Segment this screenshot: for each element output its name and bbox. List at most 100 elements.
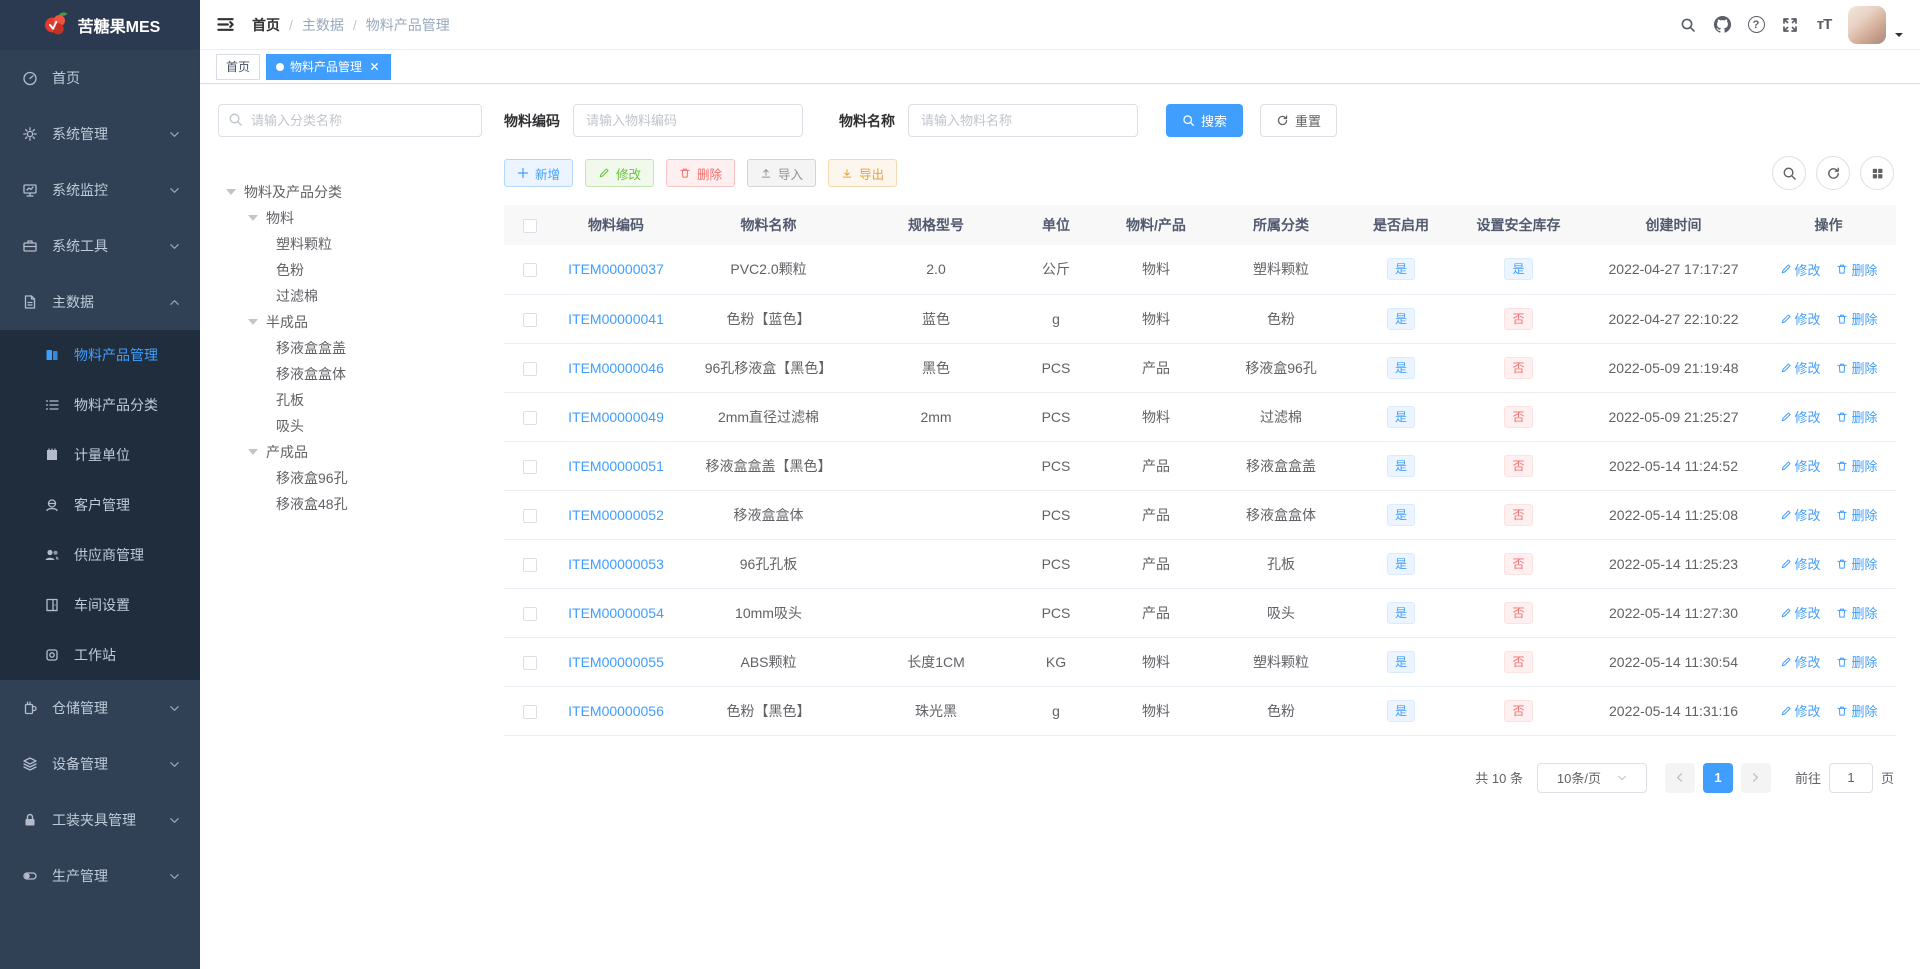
breadcrumb-master-data[interactable]: 主数据 (302, 15, 344, 35)
sidebar-item-workshop-settings[interactable]: 车间设置 (0, 580, 200, 630)
row-edit-link[interactable]: 修改 (1780, 358, 1821, 377)
item-code-link[interactable]: ITEM00000041 (568, 311, 664, 327)
row-delete-link[interactable]: 删除 (1836, 260, 1877, 279)
edit-button[interactable]: 修改 (585, 159, 655, 187)
tree-node-leaf[interactable]: 吸头 (218, 413, 482, 439)
row-edit-link[interactable]: 修改 (1780, 603, 1821, 622)
item-code-link[interactable]: ITEM00000046 (568, 360, 664, 376)
tree-node-leaf[interactable]: 孔板 (218, 387, 482, 413)
row-edit-link[interactable]: 修改 (1780, 652, 1821, 671)
delete-button[interactable]: 删除 (666, 159, 736, 187)
import-button[interactable]: 导入 (747, 159, 817, 187)
page-size-select[interactable]: 10条/页 (1536, 762, 1647, 793)
row-checkbox[interactable] (523, 361, 537, 376)
item-code-link[interactable]: ITEM00000053 (568, 556, 664, 572)
caret-down-icon[interactable] (1894, 30, 1904, 40)
caret-down-icon[interactable] (248, 319, 258, 325)
sidebar-item-workstation[interactable]: 工作站 (0, 630, 200, 680)
name-filter-input[interactable] (908, 104, 1138, 137)
row-checkbox[interactable] (523, 655, 537, 670)
row-checkbox[interactable] (523, 704, 537, 719)
sidebar-item-equipment-mgmt[interactable]: 设备管理 (0, 736, 200, 792)
breadcrumb-home[interactable]: 首页 (252, 15, 280, 35)
select-all-checkbox[interactable] (523, 219, 537, 234)
item-code-link[interactable]: ITEM00000056 (568, 703, 664, 719)
row-delete-link[interactable]: 删除 (1836, 407, 1877, 426)
export-button[interactable]: 导出 (828, 159, 898, 187)
tab-home[interactable]: 首页 (216, 53, 261, 80)
search-button[interactable]: 搜索 (1166, 104, 1244, 137)
sidebar-item-system-tools[interactable]: 系统工具 (0, 218, 200, 274)
row-delete-link[interactable]: 删除 (1836, 358, 1877, 377)
font-size-icon[interactable] (1814, 15, 1834, 35)
category-search-input[interactable] (218, 104, 482, 137)
row-edit-link[interactable]: 修改 (1780, 456, 1821, 475)
sidebar-item-production-mgmt[interactable]: 生产管理 (0, 848, 200, 904)
next-page-button[interactable] (1740, 762, 1771, 793)
tree-node-leaf[interactable]: 过滤棉 (218, 283, 482, 309)
sidebar-item-system-monitor[interactable]: 系统监控 (0, 162, 200, 218)
hamburger-icon[interactable] (216, 15, 236, 35)
item-code-link[interactable]: ITEM00000049 (568, 409, 664, 425)
caret-down-icon[interactable] (248, 449, 258, 455)
sidebar-item-home[interactable]: 首页 (0, 50, 200, 106)
tree-node-leaf[interactable]: 塑料颗粒 (218, 231, 482, 257)
sidebar-item-material-product-category[interactable]: 物料产品分类 (0, 380, 200, 430)
item-code-link[interactable]: ITEM00000037 (568, 261, 664, 277)
row-delete-link[interactable]: 删除 (1836, 554, 1877, 573)
code-filter-input[interactable] (573, 104, 803, 137)
item-code-link[interactable]: ITEM00000054 (568, 605, 664, 621)
row-checkbox[interactable] (523, 263, 537, 278)
item-code-link[interactable]: ITEM00000051 (568, 458, 664, 474)
row-delete-link[interactable]: 删除 (1836, 505, 1877, 524)
tree-node-group[interactable]: 产成品 (218, 439, 482, 465)
sidebar-item-warehouse-mgmt[interactable]: 仓储管理 (0, 680, 200, 736)
add-button[interactable]: 新增 (504, 159, 574, 187)
row-edit-link[interactable]: 修改 (1780, 309, 1821, 328)
github-icon[interactable] (1712, 15, 1732, 35)
tree-node-group[interactable]: 半成品 (218, 309, 482, 335)
row-edit-link[interactable]: 修改 (1780, 701, 1821, 720)
row-edit-link[interactable]: 修改 (1780, 505, 1821, 524)
refresh-icon[interactable] (1816, 156, 1850, 190)
tree-node-leaf[interactable]: 色粉 (218, 257, 482, 283)
sidebar-item-fixture-mgmt[interactable]: 工装夹具管理 (0, 792, 200, 848)
row-edit-link[interactable]: 修改 (1780, 407, 1821, 426)
sidebar-item-material-product-mgmt[interactable]: 物料产品管理 (0, 330, 200, 380)
search-icon[interactable] (1678, 15, 1698, 35)
page-number-1[interactable]: 1 (1702, 762, 1733, 793)
sidebar-item-master-data[interactable]: 主数据 (0, 274, 200, 330)
row-delete-link[interactable]: 删除 (1836, 456, 1877, 475)
row-edit-link[interactable]: 修改 (1780, 260, 1821, 279)
caret-down-icon[interactable] (248, 215, 258, 221)
help-icon[interactable] (1746, 15, 1766, 35)
fullscreen-icon[interactable] (1780, 15, 1800, 35)
goto-page-input[interactable] (1828, 762, 1873, 793)
row-checkbox[interactable] (523, 508, 537, 523)
item-code-link[interactable]: ITEM00000055 (568, 654, 664, 670)
row-checkbox[interactable] (523, 459, 537, 474)
row-delete-link[interactable]: 删除 (1836, 701, 1877, 720)
avatar[interactable] (1848, 5, 1886, 44)
sidebar-item-system-admin[interactable]: 系统管理 (0, 106, 200, 162)
sidebar-item-customer-mgmt[interactable]: 客户管理 (0, 480, 200, 530)
tab-material-product-mgmt[interactable]: 物料产品管理 (266, 53, 392, 80)
tree-node-leaf[interactable]: 移液盒48孔 (218, 491, 482, 517)
row-delete-link[interactable]: 删除 (1836, 309, 1877, 328)
row-edit-link[interactable]: 修改 (1780, 554, 1821, 573)
close-icon[interactable] (369, 61, 381, 73)
row-delete-link[interactable]: 删除 (1836, 652, 1877, 671)
prev-page-button[interactable] (1664, 762, 1695, 793)
tree-node-leaf[interactable]: 移液盒盒体 (218, 361, 482, 387)
sidebar-item-supplier-mgmt[interactable]: 供应商管理 (0, 530, 200, 580)
row-checkbox[interactable] (523, 312, 537, 327)
row-checkbox[interactable] (523, 410, 537, 425)
tree-node-leaf[interactable]: 移液盒盒盖 (218, 335, 482, 361)
row-checkbox[interactable] (523, 557, 537, 572)
row-delete-link[interactable]: 删除 (1836, 603, 1877, 622)
reset-button[interactable]: 重置 (1260, 104, 1338, 137)
sidebar-item-measure-unit[interactable]: 计量单位 (0, 430, 200, 480)
caret-down-icon[interactable] (226, 189, 236, 195)
tree-node-root[interactable]: 物料及产品分类 (218, 179, 482, 205)
tree-node-group[interactable]: 物料 (218, 205, 482, 231)
